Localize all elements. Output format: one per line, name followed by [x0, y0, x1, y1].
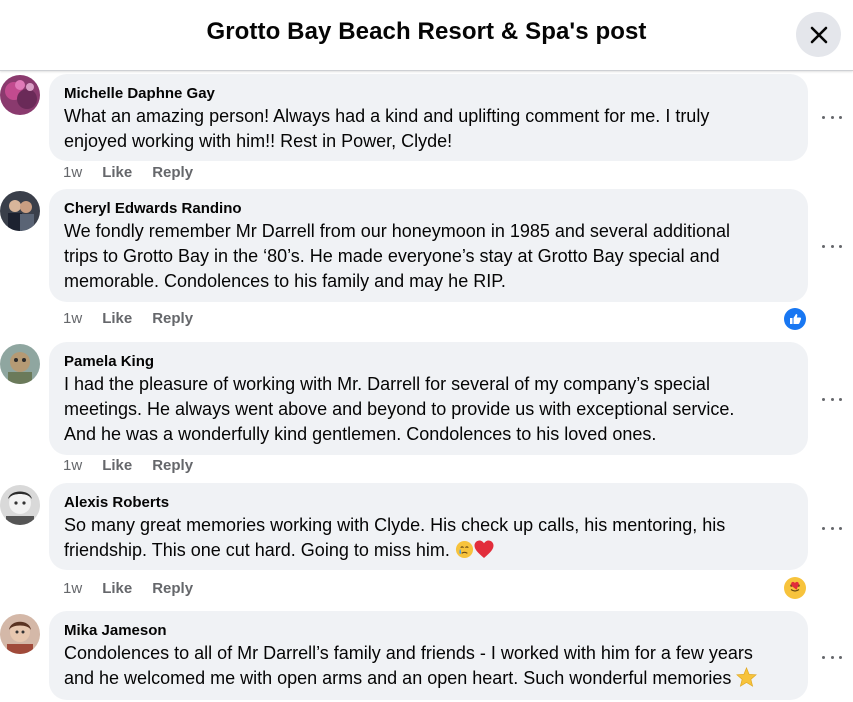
comment-text-line: I had the pleasure of working with Mr. D… — [64, 374, 710, 394]
avatar[interactable] — [0, 344, 40, 384]
comment-actions: 1w Like Reply — [63, 580, 193, 597]
comment-author[interactable]: Pamela King — [64, 352, 794, 372]
comment-text-line: So many great memories working with Clyd… — [64, 515, 726, 535]
like-button[interactable]: Like — [102, 164, 132, 181]
reply-button[interactable]: Reply — [152, 164, 193, 181]
avatar[interactable] — [0, 485, 40, 525]
comment-actions: 1w Like Reply — [63, 310, 193, 327]
star-icon — [736, 667, 758, 687]
comment-text-line: memorable. Condolences to his family and… — [64, 271, 506, 291]
post-comments-dialog: Grotto Bay Beach Resort & Spa's post Mic… — [0, 0, 853, 702]
comment-author[interactable]: Mika Jameson — [64, 621, 794, 641]
comment-text-line: friendship. This one cut hard. Going to … — [64, 540, 450, 560]
comment-author[interactable]: Michelle Daphne Gay — [64, 84, 794, 104]
comment-text-line: trips to Grotto Bay in the ‘80’s. He mad… — [64, 246, 720, 266]
comment-text-line: meetings. He always went above and beyon… — [64, 399, 735, 419]
dialog-title: Grotto Bay Beach Resort & Spa's post — [206, 18, 647, 45]
crying-face-icon — [455, 540, 473, 559]
comment-text-line-wrapper: and he welcomed me with open arms and an… — [64, 666, 794, 691]
comment-timestamp[interactable]: 1w — [63, 310, 82, 327]
more-options-icon[interactable] — [822, 523, 842, 533]
reply-button[interactable]: Reply — [152, 580, 193, 597]
comment-timestamp[interactable]: 1w — [63, 580, 82, 597]
comment-bubble: Michelle Daphne Gay What an amazing pers… — [49, 74, 808, 161]
comment-text-line: Condolences to all of Mr Darrell’s famil… — [64, 643, 753, 663]
comment-bubble: Cheryl Edwards Randino We fondly remembe… — [49, 189, 808, 302]
comment-bubble: Alexis Roberts So many great memories wo… — [49, 483, 808, 570]
like-button[interactable]: Like — [102, 310, 132, 327]
comment-text-line: What an amazing person! Always had a kin… — [64, 106, 710, 126]
comment-text-line: and he welcomed me with open arms and an… — [64, 668, 732, 688]
avatar[interactable] — [0, 75, 40, 115]
avatar[interactable] — [0, 191, 40, 231]
comment-list: Michelle Daphne Gay What an amazing pers… — [0, 72, 853, 702]
reply-button[interactable]: Reply — [152, 310, 193, 327]
care-reaction-icon[interactable] — [784, 577, 806, 599]
close-icon — [810, 26, 827, 43]
like-button[interactable]: Like — [102, 580, 132, 597]
red-heart-icon — [474, 540, 494, 558]
like-reaction-icon[interactable] — [784, 308, 806, 330]
like-button[interactable]: Like — [102, 457, 132, 474]
comment-text-line: And he was a wonderfully kind gentlemen.… — [64, 424, 657, 444]
comment-text-line: enjoyed working with him!! Rest in Power… — [64, 131, 453, 151]
comment-bubble: Pamela King I had the pleasure of workin… — [49, 342, 808, 455]
avatar[interactable] — [0, 614, 40, 654]
comment-timestamp[interactable]: 1w — [63, 457, 82, 474]
more-options-icon[interactable] — [822, 394, 842, 404]
comment-timestamp[interactable]: 1w — [63, 164, 82, 181]
reply-button[interactable]: Reply — [152, 457, 193, 474]
comment-actions: 1w Like Reply — [63, 457, 193, 474]
close-button[interactable] — [796, 12, 841, 57]
comment-actions: 1w Like Reply — [63, 164, 193, 181]
comment-text-line-wrapper: friendship. This one cut hard. Going to … — [64, 538, 794, 563]
comment-author[interactable]: Alexis Roberts — [64, 493, 794, 513]
more-options-icon[interactable] — [822, 241, 842, 251]
more-options-icon[interactable] — [822, 112, 842, 122]
comment-bubble: Mika Jameson Condolences to all of Mr Da… — [49, 611, 808, 700]
comment-author[interactable]: Cheryl Edwards Randino — [64, 199, 794, 219]
dialog-header: Grotto Bay Beach Resort & Spa's post — [0, 0, 853, 71]
comment-text-line: We fondly remember Mr Darrell from our h… — [64, 221, 730, 241]
more-options-icon[interactable] — [822, 652, 842, 662]
